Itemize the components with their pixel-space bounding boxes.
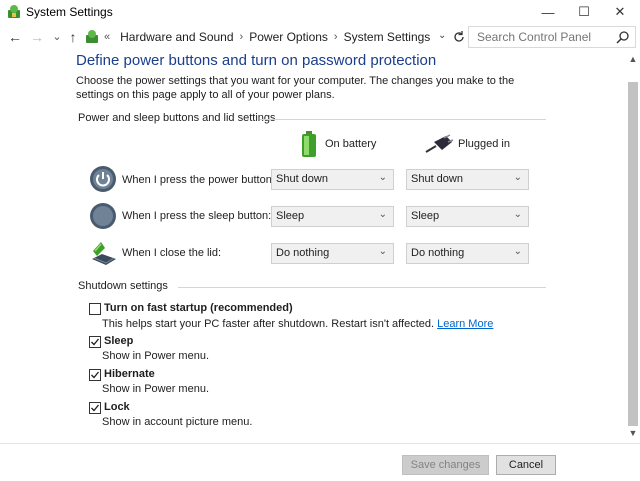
power-button-icon [90, 166, 116, 192]
select-value: Shut down [276, 173, 328, 185]
sleep-checkbox[interactable] [89, 336, 101, 348]
scroll-down-button[interactable]: ▼ [626, 426, 640, 440]
lock-label: Lock [104, 401, 130, 413]
hibernate-label: Hibernate [104, 368, 155, 380]
group-divider [260, 119, 546, 120]
select-value: Sleep [411, 210, 440, 222]
save-changes-button[interactable]: Save changes [402, 455, 489, 475]
control-panel-icon [8, 5, 20, 18]
maximize-button[interactable]: ☐ [564, 0, 604, 24]
group-divider [178, 287, 546, 288]
sleep-button-label: When I press the sleep button: [122, 210, 272, 222]
shutdown-group-label: Shutdown settings [78, 280, 168, 292]
chevron-down-icon: ⌄ [378, 246, 387, 257]
breadcrumb-overflow[interactable]: « [104, 31, 110, 43]
hibernate-description: Show in Power menu. [102, 383, 209, 395]
laptop-lid-icon [92, 242, 116, 265]
select-value: Shut down [411, 173, 463, 185]
control-panel-icon [86, 30, 98, 43]
vertical-scrollbar[interactable]: ▲ ▼ [626, 50, 640, 442]
chevron-down-icon: ⌄ [513, 172, 522, 183]
footer-divider [0, 443, 640, 444]
sleep-button-battery-select[interactable]: Sleep ⌄ [271, 206, 394, 227]
battery-icon [302, 131, 316, 157]
back-button[interactable]: ← [6, 28, 24, 46]
breadcrumb-power-options[interactable]: Power Options [249, 30, 328, 44]
checkmark-icon [91, 338, 100, 346]
column-plugged-in: Plugged in [458, 138, 510, 150]
scroll-thumb[interactable] [628, 82, 638, 426]
learn-more-link[interactable]: Learn More [437, 318, 493, 330]
main-content: Define power buttons and turn on passwor… [0, 50, 626, 442]
cancel-button[interactable]: Cancel [496, 455, 556, 475]
scroll-up-button[interactable]: ▲ [626, 52, 640, 66]
close-button[interactable]: ✕ [600, 0, 640, 24]
fast-startup-description-text: This helps start your PC faster after sh… [102, 318, 435, 330]
window-title: System Settings [26, 5, 113, 19]
search-input[interactable] [475, 28, 615, 46]
address-dropdown-button[interactable]: ⌄ [438, 30, 446, 41]
lock-checkbox[interactable] [89, 402, 101, 414]
chevron-down-icon: ⌄ [513, 209, 522, 220]
search-icon[interactable] [616, 30, 630, 44]
power-plug-icon [425, 134, 454, 153]
fast-startup-label: Turn on fast startup (recommended) [104, 302, 293, 314]
power-button-plugged-select[interactable]: Shut down ⌄ [406, 169, 529, 190]
title-bar: System Settings — ☐ ✕ [0, 0, 640, 24]
refresh-icon[interactable] [452, 28, 466, 46]
select-value: Do nothing [276, 247, 330, 259]
page-title: Define power buttons and turn on passwor… [76, 52, 437, 69]
power-button-label: When I press the power button: [122, 174, 275, 186]
breadcrumb-system-settings[interactable]: System Settings [344, 30, 431, 44]
sleep-description: Show in Power menu. [102, 350, 209, 362]
chevron-down-icon: ⌄ [513, 246, 522, 257]
lid-close-plugged-select[interactable]: Do nothing ⌄ [406, 243, 529, 264]
sleep-button-icon [90, 203, 116, 229]
breadcrumb: « Hardware and Sound › Power Options › S… [104, 26, 430, 48]
forward-button[interactable]: → [28, 28, 46, 46]
up-button[interactable]: ↑ [64, 28, 82, 46]
chevron-down-icon: ⌄ [378, 209, 387, 220]
chevron-down-icon: ⌄ [378, 172, 387, 183]
column-on-battery: On battery [325, 138, 377, 150]
breadcrumb-hardware-and-sound[interactable]: Hardware and Sound [120, 30, 233, 44]
page-description: Choose the power settings that you want … [76, 75, 515, 101]
select-value: Sleep [276, 210, 305, 222]
search-box [468, 26, 636, 48]
select-value: Do nothing [411, 247, 465, 259]
power-button-battery-select[interactable]: Shut down ⌄ [271, 169, 394, 190]
checkmark-icon [91, 371, 100, 379]
sleep-button-plugged-select[interactable]: Sleep ⌄ [406, 206, 529, 227]
checkmark-icon [91, 404, 100, 412]
breadcrumb-separator[interactable]: › [240, 31, 244, 43]
hibernate-checkbox[interactable] [89, 369, 101, 381]
lid-close-battery-select[interactable]: Do nothing ⌄ [271, 243, 394, 264]
fast-startup-checkbox[interactable] [89, 303, 101, 315]
lid-close-label: When I close the lid: [122, 247, 222, 259]
minimize-button[interactable]: — [528, 0, 568, 24]
sleep-label: Sleep [104, 335, 134, 347]
fast-startup-description: This helps start your PC faster after sh… [102, 318, 493, 330]
lock-description: Show in account picture menu. [102, 416, 253, 428]
power-group-label: Power and sleep buttons and lid settings [78, 112, 276, 124]
breadcrumb-separator[interactable]: › [334, 31, 338, 43]
